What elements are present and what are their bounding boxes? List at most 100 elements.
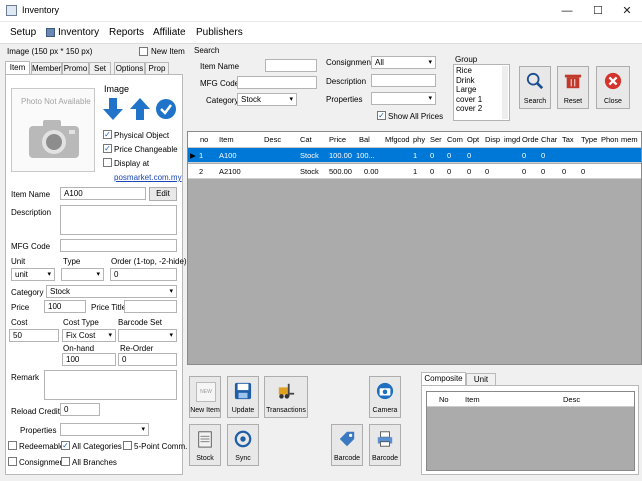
grid-cell[interactable]: 0 bbox=[581, 167, 585, 176]
display-at-checkbox[interactable] bbox=[103, 158, 112, 167]
grid-cell[interactable]: 0 bbox=[447, 151, 451, 160]
menu-publishers[interactable]: Publishers bbox=[196, 27, 243, 38]
grid-header[interactable]: Com bbox=[447, 135, 463, 144]
order-stepper[interactable]: 0 bbox=[110, 268, 177, 281]
close-button[interactable]: Close bbox=[596, 66, 630, 109]
grid-header[interactable]: Char bbox=[541, 135, 557, 144]
grid-cell[interactable]: 100... bbox=[356, 151, 375, 160]
search-consignment-select[interactable]: All bbox=[371, 56, 436, 69]
grid-cell[interactable]: 1 bbox=[413, 167, 417, 176]
group-listbox[interactable]: Rice Drink Large cover 1 cover 2 bbox=[453, 64, 510, 121]
items-grid[interactable]: no Item Desc Cat Price Bal Mfgcod phy Se… bbox=[187, 131, 642, 365]
tab-item[interactable]: Item bbox=[5, 61, 30, 75]
grid-header[interactable]: imgd bbox=[504, 135, 520, 144]
grid-header[interactable]: Type bbox=[581, 135, 597, 144]
grid-header[interactable]: no bbox=[200, 135, 208, 144]
grid-cell[interactable]: 2 bbox=[199, 167, 203, 176]
grid-header[interactable]: Desc bbox=[264, 135, 281, 144]
price-changeable-checkbox[interactable]: ✓ bbox=[103, 144, 112, 153]
new-item-checkbox[interactable] bbox=[139, 47, 148, 56]
barcode-tag-button[interactable]: Barcode bbox=[331, 424, 363, 466]
show-all-prices-checkbox[interactable]: ✓ bbox=[377, 111, 386, 120]
sync-button[interactable]: Sync bbox=[227, 424, 259, 466]
reset-button[interactable]: Reset bbox=[557, 66, 589, 109]
transactions-button[interactable]: Transactions bbox=[264, 376, 308, 418]
group-item[interactable]: cover 2 bbox=[456, 104, 507, 114]
price-input[interactable]: 100 bbox=[44, 300, 86, 313]
menu-setup[interactable]: Setup bbox=[10, 27, 36, 38]
grid-cell[interactable]: 0 bbox=[541, 167, 545, 176]
search-button[interactable]: Search bbox=[519, 66, 551, 109]
barcode-set-select[interactable] bbox=[118, 329, 177, 342]
arrow-down-icon[interactable] bbox=[102, 97, 124, 121]
new-item-button[interactable]: NEW New Item bbox=[189, 376, 221, 418]
grid-header[interactable]: Tax bbox=[562, 135, 574, 144]
remark-input[interactable] bbox=[44, 370, 177, 400]
menu-inventory[interactable]: Inventory bbox=[58, 27, 99, 38]
grid-header[interactable]: Disp bbox=[485, 135, 500, 144]
redeemable-checkbox[interactable] bbox=[8, 441, 17, 450]
update-button[interactable]: Update bbox=[227, 376, 259, 418]
search-properties-select[interactable] bbox=[371, 92, 436, 105]
grid-cell[interactable]: 1 bbox=[413, 151, 417, 160]
group-item[interactable]: Rice bbox=[456, 66, 507, 76]
grid-cell[interactable]: 0 bbox=[467, 151, 471, 160]
close-window-button[interactable]: ✕ bbox=[612, 3, 642, 19]
edit-button[interactable]: Edit bbox=[149, 187, 177, 201]
menu-reports[interactable]: Reports bbox=[109, 27, 144, 38]
menu-affiliate[interactable]: Affiliate bbox=[153, 27, 186, 38]
composite-header[interactable]: No bbox=[439, 395, 449, 404]
grid-header[interactable]: Mfgcod bbox=[385, 135, 410, 144]
type-select[interactable] bbox=[61, 268, 104, 281]
unit-select[interactable]: unit bbox=[11, 268, 55, 281]
grid-cell[interactable]: 500.00 bbox=[329, 167, 352, 176]
grid-cell[interactable]: Stock bbox=[300, 167, 319, 176]
on-hand-input[interactable]: 100 bbox=[62, 353, 116, 366]
grid-cell[interactable]: 0 bbox=[430, 167, 434, 176]
group-scrollbar[interactable] bbox=[502, 66, 508, 119]
tab-composite[interactable]: Composite bbox=[421, 372, 466, 386]
search-mfg-code-input[interactable] bbox=[237, 76, 317, 89]
item-name-input[interactable]: A100 bbox=[60, 187, 146, 200]
group-item[interactable]: Large bbox=[456, 85, 507, 95]
grid-header[interactable]: Item bbox=[219, 135, 234, 144]
grid-cell[interactable]: 0 bbox=[467, 167, 471, 176]
check-circle-icon[interactable] bbox=[155, 97, 177, 121]
grid-header[interactable]: Price bbox=[329, 135, 346, 144]
maximize-button[interactable]: ☐ bbox=[583, 3, 613, 19]
description-input[interactable] bbox=[60, 205, 177, 235]
mfg-code-input[interactable] bbox=[60, 239, 177, 252]
grid-cell[interactable]: 100.00 bbox=[329, 151, 352, 160]
item-photo[interactable]: Photo Not Available bbox=[11, 88, 95, 172]
search-description-input[interactable] bbox=[371, 74, 436, 87]
grid-cell[interactable]: Stock bbox=[300, 151, 319, 160]
grid-cell[interactable]: 0 bbox=[522, 167, 526, 176]
barcode-print-button[interactable]: Barcode bbox=[369, 424, 401, 466]
consignment-checkbox[interactable] bbox=[8, 457, 17, 466]
grid-cell[interactable]: 0.00 bbox=[364, 167, 379, 176]
camera-button[interactable]: Camera bbox=[369, 376, 401, 418]
reorder-stepper[interactable]: 0 bbox=[118, 353, 177, 366]
grid-cell[interactable]: A2100 bbox=[219, 167, 241, 176]
category-select[interactable]: Stock bbox=[46, 285, 177, 298]
grid-cell[interactable]: 0 bbox=[541, 151, 545, 160]
grid-header[interactable]: mem bbox=[621, 135, 638, 144]
composite-grid[interactable]: No Item Desc bbox=[426, 391, 635, 471]
grid-cell[interactable]: 0 bbox=[562, 167, 566, 176]
grid-cell[interactable]: A100 bbox=[219, 151, 237, 160]
grid-header[interactable]: Phon bbox=[601, 135, 619, 144]
grid-cell[interactable]: 1 bbox=[199, 151, 203, 160]
properties-select[interactable] bbox=[60, 423, 149, 436]
all-branches-checkbox[interactable] bbox=[61, 457, 70, 466]
table-row[interactable]: 2 A2100 Stock 500.00 0.00 1 0 0 0 0 0 0 … bbox=[188, 164, 641, 179]
grid-header[interactable]: Opt bbox=[467, 135, 479, 144]
grid-cell[interactable]: 0 bbox=[522, 151, 526, 160]
composite-header[interactable]: Item bbox=[465, 395, 480, 404]
search-item-name-input[interactable] bbox=[265, 59, 317, 72]
grid-cell[interactable]: 0 bbox=[447, 167, 451, 176]
stock-button[interactable]: Stock bbox=[189, 424, 221, 466]
posmarket-link[interactable]: posmarket.com.my bbox=[114, 173, 182, 182]
table-row[interactable]: ▶ 1 A100 Stock 100.00 100... 1 0 0 0 0 0 bbox=[188, 148, 641, 163]
cost-input[interactable]: 50 bbox=[9, 329, 59, 342]
grid-header[interactable]: Ser bbox=[430, 135, 442, 144]
